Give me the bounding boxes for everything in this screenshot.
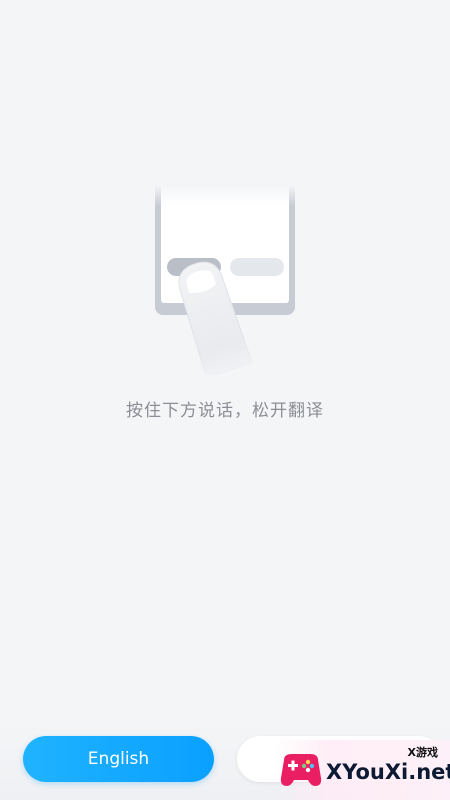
site-watermark: X游戏 XYouXi.net bbox=[274, 740, 450, 800]
gamepad-logo-icon bbox=[280, 754, 322, 786]
translator-screen: 按住下方说话，松开翻译 English X游戏 XYouXi.net bbox=[0, 0, 450, 800]
press-to-talk-hint: 按住下方说话，松开翻译 bbox=[126, 401, 324, 421]
watermark-site-text: XYouXi.net bbox=[326, 760, 450, 784]
english-talk-button[interactable]: English bbox=[23, 736, 214, 782]
press-to-talk-finger-icon bbox=[150, 165, 300, 389]
watermark-small-text: X游戏 bbox=[407, 746, 438, 759]
press-to-talk-illustration bbox=[150, 165, 300, 389]
